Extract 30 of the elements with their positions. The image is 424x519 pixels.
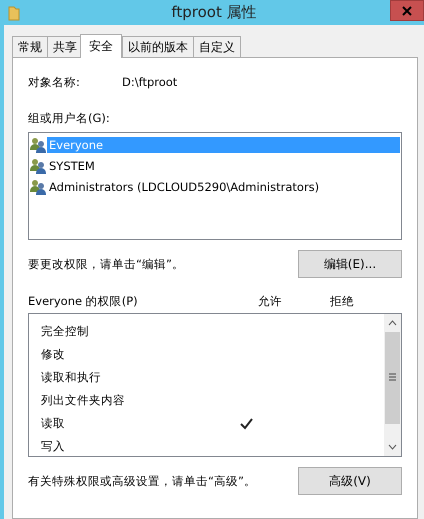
users-icon <box>30 158 46 174</box>
tab[interactable]: 以前的版本 <box>122 36 194 57</box>
users-icon <box>30 178 46 194</box>
edit-button[interactable]: 编辑(E)... <box>298 250 402 278</box>
close-button[interactable] <box>390 0 424 21</box>
groups-label: 组或用户名(G): <box>28 111 111 126</box>
permission-name: 修改 <box>41 347 65 361</box>
advanced-hint: 有关特殊权限或高级设置，请单击“高级”。 <box>28 474 256 488</box>
user-item[interactable]: Administrators (LDCLOUD5290\Administrators) <box>47 178 322 194</box>
permission-name: 完全控制 <box>41 324 89 338</box>
allow-header: 允许 <box>258 294 283 309</box>
close-icon <box>402 6 412 16</box>
edit-hint: 要更改权限，请单击“编辑”。 <box>28 256 184 272</box>
user-item[interactable]: SYSTEM <box>47 158 97 174</box>
object-name-label: 对象名称: <box>28 75 81 90</box>
tab[interactable]: 常规 <box>12 36 48 57</box>
deny-header: 拒绝 <box>330 294 355 309</box>
window-title: ftproot 属性 <box>171 3 257 22</box>
permission-name: 列出文件夹内容 <box>41 393 125 407</box>
permission-name: 读取 <box>41 416 65 430</box>
scrollbar[interactable] <box>384 314 401 456</box>
advanced-button[interactable]: 高级(V) <box>298 467 402 495</box>
permissions-label: Everyone 的权限(P) <box>28 294 139 309</box>
tab[interactable]: 安全 <box>80 34 122 58</box>
permission-name: 写入 <box>41 439 65 453</box>
permission-name: 读取和执行 <box>41 370 101 384</box>
tab[interactable]: 自定义 <box>193 36 241 57</box>
folder-icon <box>8 4 20 20</box>
object-name-value: D:\ftproot <box>122 75 178 90</box>
users-icon <box>30 136 46 152</box>
